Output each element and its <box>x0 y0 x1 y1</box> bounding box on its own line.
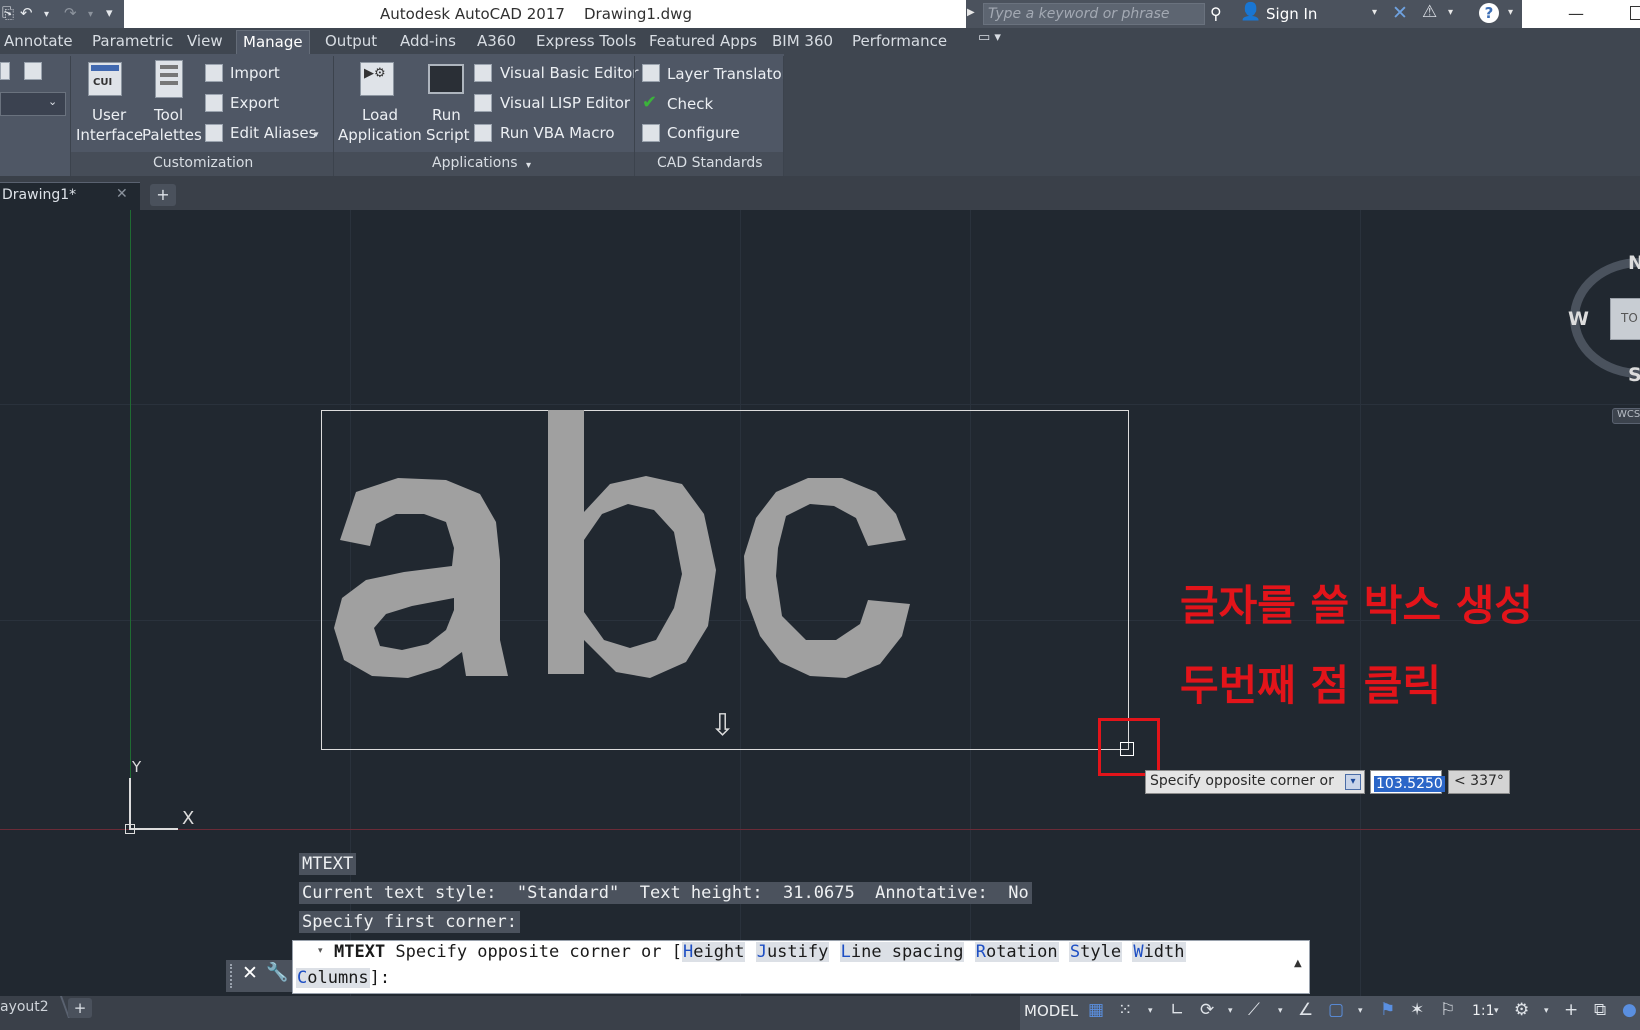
viewcube-west[interactable]: W <box>1568 308 1589 330</box>
object-snap-icon[interactable]: ▢ <box>1328 1000 1344 1020</box>
annotation-text-1: 글자를 쓸 박스 생성 <box>1180 581 1533 630</box>
option-rest: idth <box>1143 942 1185 962</box>
chevron-down-icon[interactable]: ▾ <box>1358 1006 1363 1016</box>
chevron-down-icon[interactable]: ▾ <box>1148 1006 1153 1016</box>
viewcube-top-face[interactable]: TO <box>1610 298 1640 340</box>
annotation-scale-icon[interactable]: ⚐ <box>1440 1000 1455 1020</box>
hardware-acceleration-icon[interactable]: ● <box>1622 1000 1637 1020</box>
letter-a <box>334 478 508 678</box>
option-key: H <box>683 942 694 962</box>
command-history-toggle-icon[interactable]: ▲ <box>1294 958 1302 969</box>
command-prompt-line-2: Columns]: <box>296 968 390 988</box>
option-key: J <box>756 942 767 962</box>
chevron-down-icon[interactable]: ▾ <box>1544 1006 1549 1016</box>
command-prompt-line-1: MTEXT Specify opposite corner or [Height… <box>334 942 1186 962</box>
option-rest: ine spacing <box>850 942 964 962</box>
option-line-spacing[interactable]: Line spacing <box>839 942 965 962</box>
option-justify[interactable]: Justify <box>755 942 830 962</box>
viewcube-north[interactable]: N <box>1628 252 1640 274</box>
option-key: W <box>1133 942 1144 962</box>
layout-tab[interactable]: ayout2 <box>0 996 62 1023</box>
option-key: S <box>1069 942 1081 962</box>
annotation-visibility-icon[interactable]: ⚑ <box>1380 1000 1395 1020</box>
layout-tab-bar <box>0 996 1020 1030</box>
option-width[interactable]: Width <box>1132 942 1186 962</box>
polar-tracking-icon[interactable]: ⟳ <box>1200 1000 1214 1020</box>
add-layout-button[interactable]: + <box>68 998 92 1018</box>
dynamic-input-value-field[interactable]: 103.5250 <box>1370 770 1445 794</box>
option-style[interactable]: Style <box>1068 942 1123 962</box>
arrow-down-icon: ⇩ <box>710 708 736 743</box>
dynamic-input-angle-field[interactable]: < 337° <box>1448 770 1510 794</box>
option-key: C <box>297 968 308 988</box>
object-snap-tracking-icon[interactable]: ∠ <box>1298 1000 1313 1020</box>
command-prompt-end: ]: <box>369 968 391 988</box>
command-history-line: Current text style: "Standard" Text heig… <box>299 882 1032 904</box>
letter-c <box>744 478 910 678</box>
option-key: L <box>840 942 851 962</box>
option-rest: otation <box>985 942 1058 962</box>
options-down-icon[interactable]: ▾ <box>1345 774 1361 790</box>
option-rest: tyle <box>1080 942 1122 962</box>
auto-scale-icon[interactable]: ✶ <box>1410 1000 1424 1020</box>
letter-b-bowl <box>584 476 716 678</box>
ucs-origin-icon <box>125 824 135 834</box>
isolate-objects-icon[interactable]: ⧉ <box>1594 1000 1606 1020</box>
wrench-icon[interactable]: 🔧 <box>266 962 288 983</box>
grid-display-icon[interactable]: ▦ <box>1088 1000 1104 1020</box>
close-icon[interactable]: ✕ <box>242 962 258 984</box>
chevron-down-icon[interactable]: ▾ <box>1228 1006 1233 1016</box>
ortho-mode-icon[interactable]: ∟ <box>1170 1000 1184 1020</box>
ucs-y-label: Y <box>132 758 142 776</box>
chevron-down-icon[interactable]: ▾ <box>1494 1006 1499 1016</box>
ucs-x-label: X <box>182 808 195 829</box>
command-history-line: Specify first corner: <box>299 911 520 933</box>
wcs-menu[interactable]: WCS <box>1612 408 1640 424</box>
option-height[interactable]: Height <box>682 942 746 962</box>
viewcube-south[interactable]: S <box>1628 364 1640 386</box>
option-rest: ustify <box>766 942 829 962</box>
option-rest: eight <box>693 942 745 962</box>
workspace-gear-icon[interactable]: ⚙ <box>1514 1000 1529 1020</box>
annotation-scale-value[interactable]: 1:1 <box>1472 1003 1495 1019</box>
annotation-text-2: 두번째 점 클릭 <box>1180 661 1442 710</box>
option-key: R <box>975 942 986 962</box>
mtext-preview-glyphs <box>334 410 910 678</box>
recent-commands-icon[interactable]: ▾ <box>318 946 323 956</box>
option-rotation[interactable]: Rotation <box>974 942 1059 962</box>
command-history-line: MTEXT <box>299 853 357 875</box>
option-rest: olumns <box>307 968 369 988</box>
snap-mode-icon[interactable]: ⁙ <box>1118 1000 1132 1020</box>
isodraft-icon[interactable]: ⟋ <box>1248 1000 1260 1020</box>
grip-handle[interactable] <box>230 964 238 988</box>
ucs-y-arm <box>129 778 131 830</box>
annotation-monitor-icon[interactable]: + <box>1564 1000 1578 1020</box>
command-name: MTEXT <box>334 942 386 962</box>
dynamic-input-value[interactable]: 103.5250 <box>1374 776 1445 792</box>
chevron-down-icon[interactable]: ▾ <box>1278 1006 1283 1016</box>
command-prompt-text: Specify opposite corner or [ <box>385 942 682 962</box>
ucs-x-arm <box>130 828 178 830</box>
model-space-button[interactable]: MODEL <box>1024 1002 1078 1020</box>
dynamic-input-prompt: Specify opposite corner or <box>1145 770 1365 794</box>
option-columns[interactable]: Columns <box>296 968 370 988</box>
letter-b-stem <box>548 410 584 674</box>
crosshair-cursor <box>1120 742 1134 756</box>
